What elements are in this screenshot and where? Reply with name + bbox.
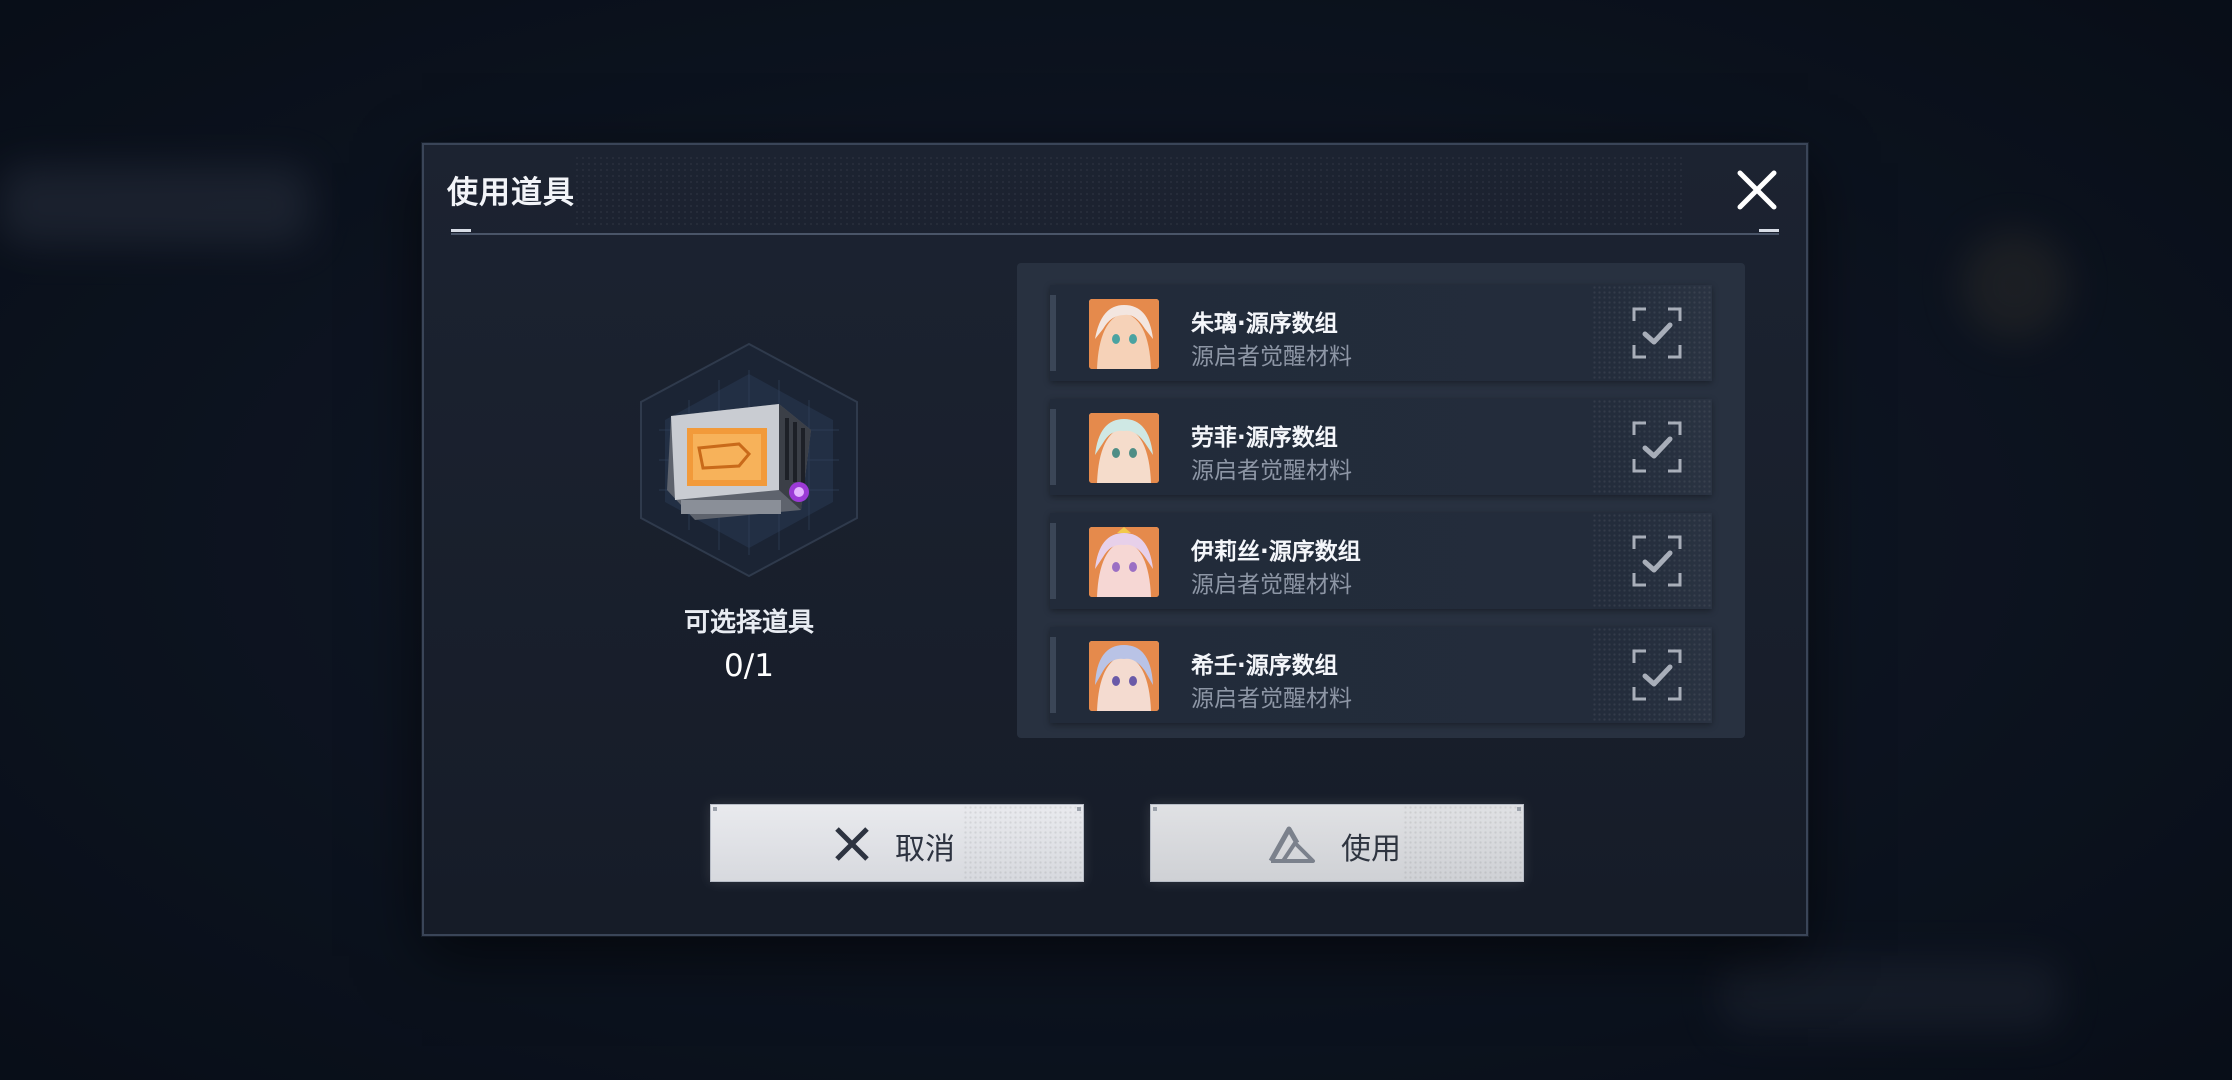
checkbox-icon[interactable] [1632, 535, 1682, 587]
cancel-button[interactable]: 取消 [710, 804, 1084, 882]
corner-dot [1153, 807, 1157, 811]
cancel-label: 取消 [895, 832, 955, 867]
option-name: 劳菲·源序数组 [1191, 425, 1338, 451]
corner-dot [1517, 807, 1521, 811]
corner-dot [713, 807, 717, 811]
use-item-dialog: 使用道具 可选择道具 0/1 朱璃·源序数组 源启者觉醒材料 劳菲·源序数组 源… [422, 143, 1808, 936]
option-subtitle: 源启者觉醒材料 [1191, 458, 1352, 484]
option-name: 朱璃·源序数组 [1191, 311, 1338, 337]
row-accent-bar [1050, 295, 1056, 371]
divider-cap-left [451, 229, 471, 232]
character-portrait [1089, 527, 1159, 597]
option-subtitle: 源启者觉醒材料 [1191, 686, 1352, 712]
use-label: 使用 [1341, 832, 1401, 867]
option-list: 朱璃·源序数组 源启者觉醒材料 劳菲·源序数组 源启者觉醒材料 伊莉丝·源序数组… [1017, 263, 1745, 738]
item-label: 可选择道具 [683, 608, 814, 638]
supply-crate-icon [640, 342, 858, 578]
close-icon [835, 827, 869, 861]
dialog-title: 使用道具 [447, 175, 575, 211]
row-accent-bar [1050, 637, 1056, 713]
title-divider [451, 233, 1779, 235]
close-icon [1737, 170, 1777, 210]
row-accent-bar [1050, 523, 1056, 599]
option-name: 伊莉丝·源序数组 [1191, 539, 1361, 565]
corner-dot [1077, 807, 1081, 811]
checkbox-icon[interactable] [1632, 649, 1682, 701]
divider-cap-right [1759, 229, 1779, 232]
title-decoration [574, 155, 1686, 227]
row-accent-bar [1050, 409, 1056, 485]
character-portrait [1089, 299, 1159, 369]
option-row[interactable]: 朱璃·源序数组 源启者觉醒材料 [1050, 285, 1712, 381]
selection-count: 0/1 [724, 648, 774, 684]
confirm-triangle-icon [1268, 826, 1315, 863]
checkbox-icon[interactable] [1632, 307, 1682, 359]
item-display [629, 340, 869, 580]
option-name: 希壬·源序数组 [1191, 653, 1338, 679]
option-row[interactable]: 希壬·源序数组 源启者觉醒材料 [1050, 627, 1712, 723]
character-portrait [1089, 641, 1159, 711]
character-portrait [1089, 413, 1159, 483]
option-row[interactable]: 伊莉丝·源序数组 源启者觉醒材料 [1050, 513, 1712, 609]
option-row[interactable]: 劳菲·源序数组 源启者觉醒材料 [1050, 399, 1712, 495]
checkbox-icon[interactable] [1632, 421, 1682, 473]
close-button[interactable] [1732, 165, 1782, 215]
option-subtitle: 源启者觉醒材料 [1191, 572, 1352, 598]
use-button[interactable]: 使用 [1150, 804, 1524, 882]
option-subtitle: 源启者觉醒材料 [1191, 344, 1352, 370]
